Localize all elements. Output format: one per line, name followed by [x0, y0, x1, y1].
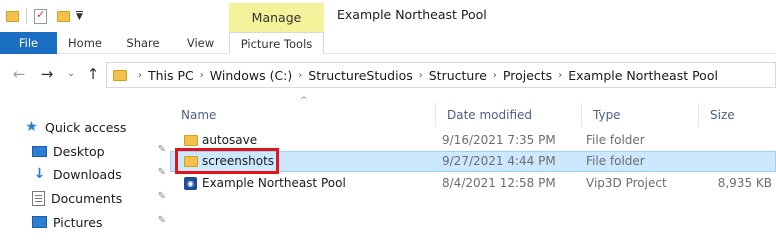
up-arrow-icon[interactable]: ↑	[84, 64, 102, 84]
breadcrumb-structure[interactable]: Structure	[429, 68, 487, 83]
properties-icon[interactable]	[34, 8, 47, 24]
quick-access-toolbar: ▼	[6, 7, 83, 25]
nav-item-label: Quick access	[45, 119, 127, 135]
nav-item-downloads[interactable]: ↓ Downloads ✎	[32, 164, 172, 184]
vip3d-file-icon: ◉	[184, 177, 197, 190]
pictures-icon	[32, 216, 47, 228]
navigation-bar: ← → ⌄ ↑ › This PC › Windows (C:) › Struc…	[0, 55, 776, 95]
file-type: File folder	[586, 154, 645, 168]
file-type: File folder	[586, 133, 645, 147]
desktop-icon	[32, 145, 47, 157]
tab-file[interactable]: File	[0, 32, 57, 54]
folder-icon	[184, 135, 198, 146]
tab-view[interactable]: View	[173, 32, 228, 54]
file-type: Vip3D Project	[586, 176, 667, 190]
new-folder-icon[interactable]	[57, 10, 70, 22]
column-header-size[interactable]: Size	[698, 103, 776, 127]
breadcrumb-projects[interactable]: Projects	[503, 68, 552, 83]
column-header-date-modified[interactable]: Date modified	[435, 103, 581, 127]
tab-share[interactable]: Share	[113, 32, 173, 54]
tab-picture-tools[interactable]: Picture Tools	[229, 32, 324, 54]
nav-item-label: Pictures	[53, 214, 103, 230]
chevron-right-icon[interactable]: ›	[558, 70, 562, 81]
customize-toolbar-dropdown-icon[interactable]: ▼	[76, 10, 83, 22]
pin-icon[interactable]: ✎	[158, 215, 166, 226]
nav-item-label: Desktop	[53, 143, 105, 159]
file-date-modified: 9/27/2021 4:44 PM	[442, 154, 556, 168]
folder-icon	[113, 69, 127, 81]
annotation-highlight-box	[175, 148, 279, 174]
nav-item-documents[interactable]: Documents ✎	[32, 188, 172, 208]
pin-icon[interactable]: ✎	[158, 167, 166, 178]
nav-item-pictures[interactable]: Pictures ✎	[32, 212, 172, 232]
breadcrumb-windows-c[interactable]: Windows (C:)	[210, 68, 292, 83]
column-header-type[interactable]: Type	[581, 103, 698, 127]
title-bar: ▼ Manage Example Northeast Pool	[0, 0, 776, 32]
chevron-right-icon[interactable]: ›	[298, 70, 302, 81]
nav-item-desktop[interactable]: Desktop ✎	[32, 141, 172, 161]
window-title: Example Northeast Pool	[337, 7, 487, 22]
pin-icon[interactable]: ✎	[158, 191, 166, 202]
chevron-right-icon[interactable]: ›	[419, 70, 423, 81]
tab-home[interactable]: Home	[57, 32, 113, 54]
ribbon-tabs: File Home Share View Picture Tools	[0, 32, 776, 54]
download-icon: ↓	[33, 166, 46, 182]
column-header-name[interactable]: Name	[170, 103, 435, 127]
navigation-pane: ★ Quick access Desktop ✎ ↓ Downloads ✎ D…	[0, 95, 170, 233]
nav-item-label: Downloads	[53, 166, 122, 182]
address-bar[interactable]: › This PC › Windows (C:) › StructureStud…	[106, 62, 776, 88]
recent-locations-chevron-icon[interactable]: ⌄	[62, 64, 80, 84]
chevron-right-icon[interactable]: ›	[493, 70, 497, 81]
breadcrumb-this-pc[interactable]: This PC	[148, 68, 194, 83]
breadcrumb-structurestudios[interactable]: StructureStudios	[308, 68, 412, 83]
file-size: 8,935 KB	[717, 176, 772, 190]
forward-arrow-icon[interactable]: →	[38, 64, 56, 84]
nav-item-label: Documents	[51, 190, 123, 206]
documents-icon	[32, 190, 45, 206]
pin-icon[interactable]: ✎	[158, 144, 166, 155]
file-name[interactable]: Example Northeast Pool	[202, 173, 346, 194]
breadcrumb-current-folder[interactable]: Example Northeast Pool	[568, 68, 718, 83]
manage-tab-group[interactable]: Manage	[229, 3, 324, 32]
chevron-right-icon[interactable]: ›	[138, 70, 142, 81]
star-icon: ★	[25, 119, 38, 135]
folder-icon[interactable]	[6, 10, 19, 22]
file-date-modified: 8/4/2021 12:58 PM	[442, 176, 556, 190]
file-row-project[interactable]: ◉ Example Northeast Pool 8/4/2021 12:58 …	[170, 173, 776, 194]
toolbar-divider	[26, 8, 27, 24]
back-arrow-icon[interactable]: ←	[10, 64, 28, 84]
nav-item-quick-access[interactable]: ★ Quick access	[24, 117, 164, 137]
file-date-modified: 9/16/2021 7:35 PM	[442, 133, 556, 147]
chevron-right-icon[interactable]: ›	[200, 70, 204, 81]
